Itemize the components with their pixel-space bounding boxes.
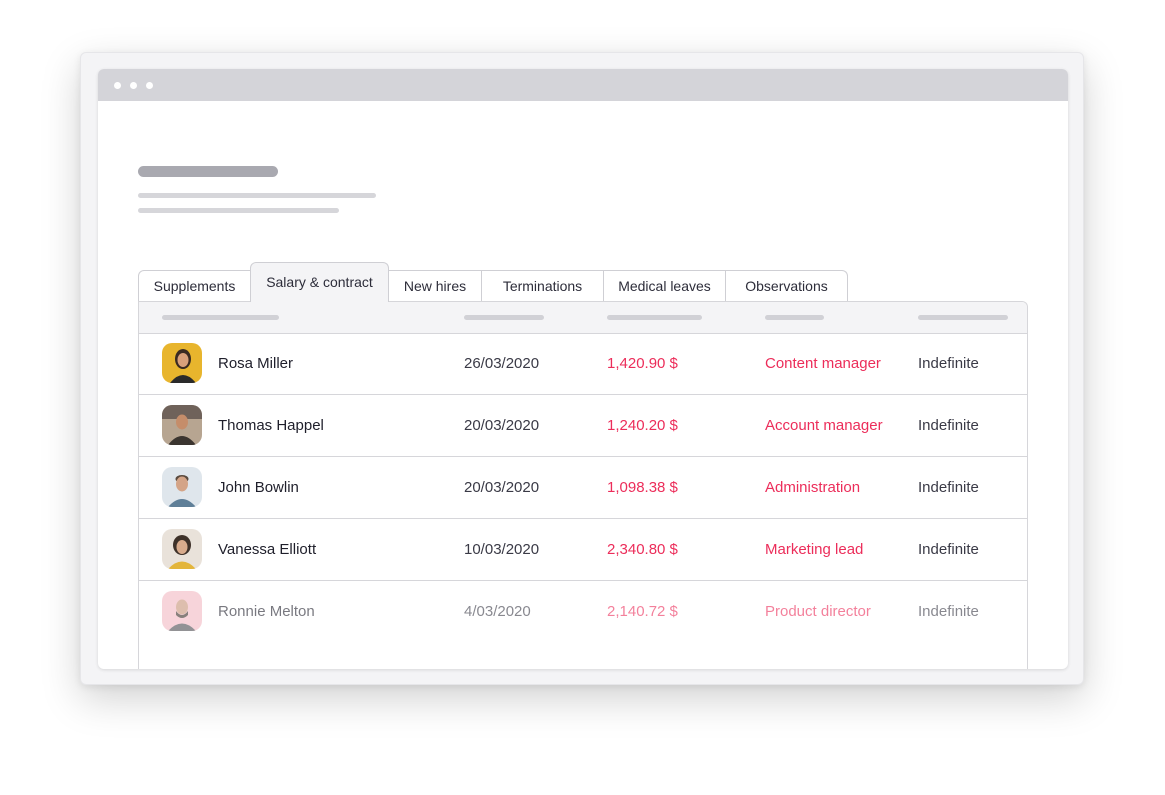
salary-amount: 1,420.90 $ [607,355,678,372]
tab-observations[interactable]: Observations [725,270,848,301]
page-title-placeholder [138,166,278,177]
page-subtitle-placeholder [138,208,339,213]
window-control-dot[interactable] [130,82,137,89]
table-row[interactable]: John Bowlin 20/03/2020 1,098.38 $ Admini… [139,457,1027,519]
job-role: Marketing lead [765,541,864,558]
tab-supplements[interactable]: Supplements [138,270,251,301]
avatar [162,343,202,383]
avatar [162,591,202,631]
salary-amount: 1,240.20 $ [607,417,678,434]
column-header-placeholder [464,315,544,320]
job-role: Administration [765,479,861,496]
data-table: Rosa Miller 26/03/2020 1,420.90 $ Conten… [138,301,1028,669]
column-header-placeholder [607,315,702,320]
employee-name: Vanessa Elliott [218,541,317,558]
tab-salary-contract[interactable]: Salary & contract [250,262,389,302]
job-role: Product director [765,603,871,620]
table-row[interactable]: Thomas Happel 20/03/2020 1,240.20 $ Acco… [139,395,1027,457]
contract-date: 26/03/2020 [464,355,540,372]
contract-type: Indefinite [918,479,979,496]
scroll-fade [139,641,1027,669]
contract-type: Indefinite [918,355,979,372]
table-row[interactable]: Rosa Miller 26/03/2020 1,420.90 $ Conten… [139,333,1027,395]
column-header-placeholder [765,315,824,320]
employee-name: Thomas Happel [218,417,324,434]
tab-terminations[interactable]: Terminations [481,270,604,301]
table-row[interactable]: Ronnie Melton 4/03/2020 2,140.72 $ Produ… [139,581,1027,643]
tab-new-hires[interactable]: New hires [388,270,482,301]
salary-amount: 2,340.80 $ [607,541,678,558]
salary-amount: 2,140.72 $ [607,603,678,620]
job-role: Content manager [765,355,881,372]
title-bar [98,69,1068,101]
app-window: Supplements Salary & contract New hires … [98,69,1068,669]
window-control-dot[interactable] [146,82,153,89]
employee-name: John Bowlin [218,479,299,496]
contract-date: 4/03/2020 [464,603,531,620]
column-header-placeholder [162,315,279,320]
employee-name: Ronnie Melton [218,603,315,620]
contract-type: Indefinite [918,417,979,434]
job-role: Account manager [765,417,883,434]
contract-date: 20/03/2020 [464,479,540,496]
tab-medical-leaves[interactable]: Medical leaves [603,270,726,301]
page-subtitle-placeholder [138,193,376,198]
window-control-dot[interactable] [114,82,121,89]
contract-type: Indefinite [918,541,979,558]
avatar [162,467,202,507]
avatar [162,405,202,445]
table-row[interactable]: Vanessa Elliott 10/03/2020 2,340.80 $ Ma… [139,519,1027,581]
column-header-placeholder [918,315,1008,320]
salary-amount: 1,098.38 $ [607,479,678,496]
contract-type: Indefinite [918,603,979,620]
table-header [139,302,1027,334]
contract-date: 10/03/2020 [464,541,540,558]
contract-date: 20/03/2020 [464,417,540,434]
employee-name: Rosa Miller [218,355,294,372]
avatar [162,529,202,569]
